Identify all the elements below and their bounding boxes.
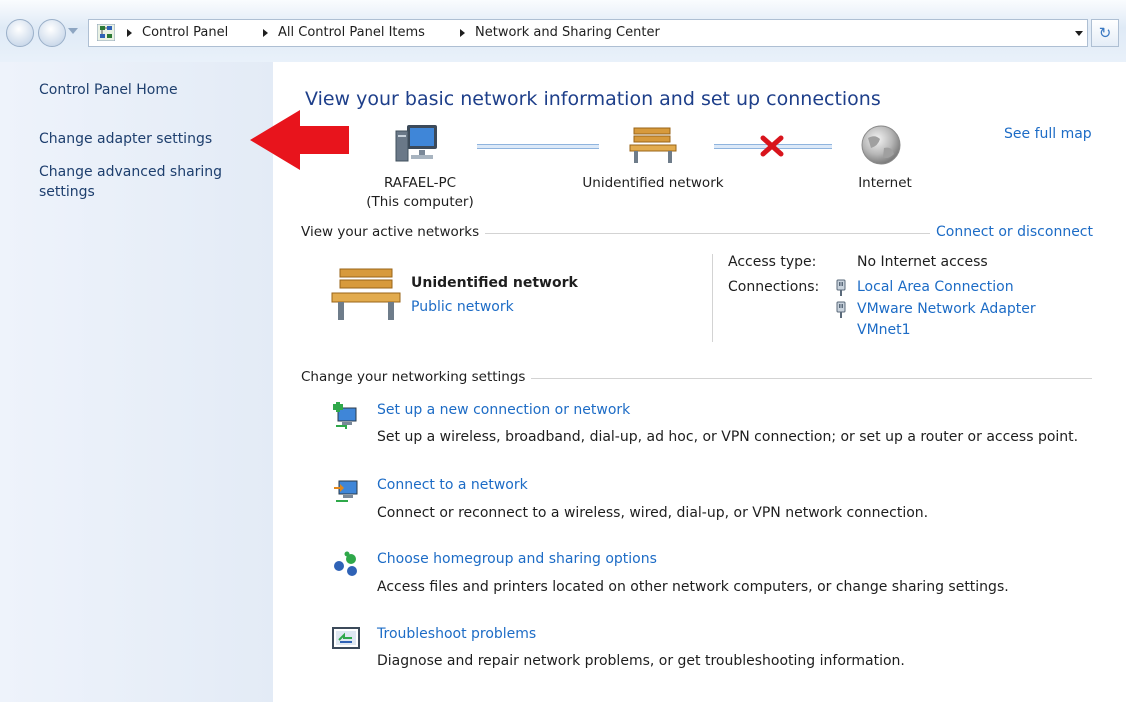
connect-network-link[interactable]: Connect to a network xyxy=(377,477,528,493)
local-area-connection-link[interactable]: Local Area Connection xyxy=(857,279,1014,295)
connection-line xyxy=(477,144,599,149)
annotation-arrow-icon xyxy=(250,110,349,170)
bench-network-icon xyxy=(629,127,677,163)
connect-network-desc: Connect or reconnect to a wireless, wire… xyxy=(377,505,929,521)
network-type-link[interactable]: Public network xyxy=(411,299,514,315)
breadcrumb-network-sharing[interactable]: Network and Sharing Center xyxy=(475,20,660,46)
troubleshoot-icon xyxy=(332,627,360,649)
homegroup-icon xyxy=(334,551,357,576)
computer-name-label[interactable]: RAFAEL-PC xyxy=(360,175,480,191)
vertical-divider xyxy=(712,254,713,342)
setup-connection-link[interactable]: Set up a new connection or network xyxy=(377,402,630,418)
forward-button[interactable] xyxy=(38,19,66,47)
access-type-label: Access type: xyxy=(728,254,817,270)
troubleshoot-link[interactable]: Troubleshoot problems xyxy=(377,626,536,642)
ethernet-plug-icon xyxy=(836,301,846,318)
connect-network-icon xyxy=(334,480,358,502)
sidebar-item-change-adapter-settings[interactable]: Change adapter settings xyxy=(39,129,264,149)
vmware-adapter-link[interactable]: VMware Network Adapter xyxy=(857,301,1036,317)
access-type-value: No Internet access xyxy=(857,254,988,270)
active-networks-header: View your active networks xyxy=(301,224,486,240)
error-x-icon xyxy=(760,135,784,157)
vmnet1-link[interactable]: VMnet1 xyxy=(857,322,911,338)
address-toolbar: Control Panel All Control Panel Items Ne… xyxy=(0,0,1126,62)
homegroup-desc: Access files and printers located on oth… xyxy=(377,579,1009,595)
computer-sub-label: (This computer) xyxy=(366,194,474,210)
breadcrumb-control-panel[interactable]: Control Panel xyxy=(142,20,228,46)
internet-label[interactable]: Internet xyxy=(840,175,930,191)
new-connection-icon xyxy=(333,402,357,429)
task-pane xyxy=(0,62,273,702)
refresh-button[interactable]: ↻ xyxy=(1091,19,1119,47)
connections-label: Connections: xyxy=(728,279,820,295)
breadcrumb-separator-icon[interactable] xyxy=(127,29,132,37)
see-full-map-link[interactable]: See full map xyxy=(1004,126,1092,142)
bench-network-icon xyxy=(331,268,401,320)
network-map-label[interactable]: Unidentified network xyxy=(569,175,737,191)
active-network-name: Unidentified network xyxy=(411,275,578,291)
address-bar[interactable]: Control Panel All Control Panel Items Ne… xyxy=(88,19,1088,47)
control-panel-icon xyxy=(97,24,115,41)
connect-or-disconnect-link[interactable]: Connect or disconnect xyxy=(930,224,1093,240)
computer-icon xyxy=(395,125,437,162)
setup-connection-desc: Set up a wireless, broadband, dial-up, a… xyxy=(377,429,1079,445)
internet-globe-icon xyxy=(861,125,901,165)
sidebar-item-control-panel-home[interactable]: Control Panel Home xyxy=(39,80,264,100)
breadcrumb-separator-icon[interactable] xyxy=(460,29,465,37)
address-dropdown-icon[interactable] xyxy=(1075,31,1083,36)
breadcrumb-separator-icon[interactable] xyxy=(263,29,268,37)
back-button[interactable] xyxy=(6,19,34,47)
homegroup-link[interactable]: Choose homegroup and sharing options xyxy=(377,551,657,567)
recent-pages-dropdown-icon[interactable] xyxy=(68,28,78,34)
networking-settings-header: Change your networking settings xyxy=(301,369,532,385)
sidebar-item-change-advanced-sharing[interactable]: Change advanced sharing settings xyxy=(39,162,239,202)
page-title: View your basic network information and … xyxy=(305,88,881,110)
breadcrumb-all-items[interactable]: All Control Panel Items xyxy=(278,20,425,46)
ethernet-plug-icon xyxy=(836,279,846,296)
troubleshoot-desc: Diagnose and repair network problems, or… xyxy=(377,653,905,669)
